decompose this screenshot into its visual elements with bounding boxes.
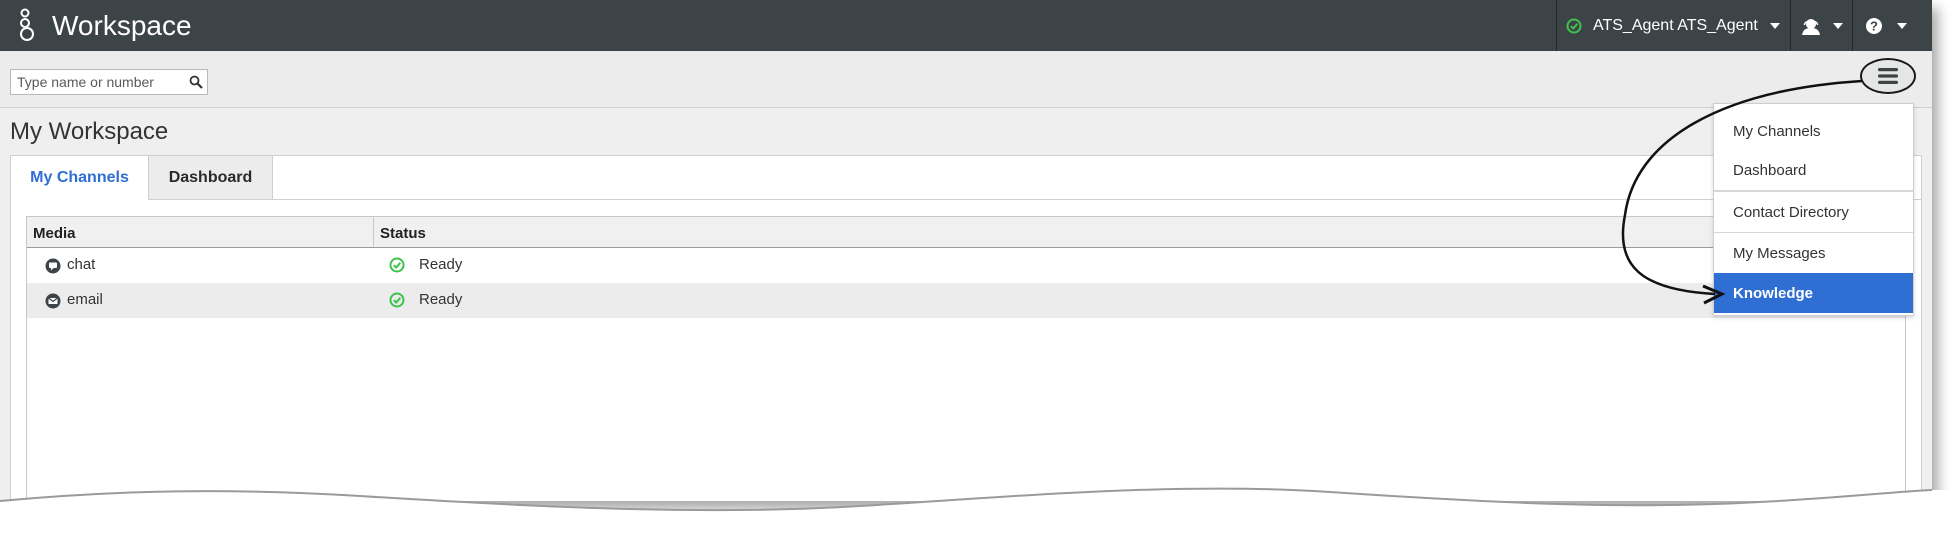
media-label: chat	[67, 256, 96, 273]
check-circle-icon	[389, 292, 405, 308]
menu-item-my-channels[interactable]: My Channels	[1714, 111, 1913, 151]
column-divider	[373, 217, 374, 247]
table-row[interactable]: chat Ready	[27, 248, 1905, 283]
search-box	[10, 69, 208, 95]
workspace-panel: My Channels Dashboard Media Status chat	[10, 155, 1922, 501]
status-label: Ready	[419, 291, 463, 308]
status-label: Ready	[419, 256, 463, 273]
toolbar	[0, 51, 1932, 108]
email-icon	[45, 293, 61, 309]
chevron-down-icon	[1896, 22, 1907, 29]
svg-text:?: ?	[1870, 18, 1878, 33]
chevron-down-icon	[1769, 22, 1780, 29]
app-title: Workspace	[52, 10, 192, 41]
table-header: Media Status	[27, 217, 1905, 248]
column-header-status[interactable]: Status	[380, 225, 426, 242]
check-circle-icon	[1566, 18, 1582, 33]
table-row[interactable]: email Ready	[27, 283, 1905, 318]
workspace-window: Workspace ATS_Agent ATS_Agent ? Type nam…	[0, 0, 1932, 501]
agent-menu-button[interactable]	[1791, 0, 1852, 51]
torn-edge-decoration	[0, 487, 1954, 549]
genesys-logo-icon	[20, 8, 34, 41]
tab-bar: My Channels Dashboard	[11, 156, 273, 200]
hamburger-menu-icon	[1878, 68, 1898, 84]
media-label: email	[67, 291, 103, 308]
workspace-menu-dropdown: My Channels Dashboard Contact Directory …	[1713, 103, 1914, 316]
channels-table: Media Status chat Ready email Ready	[26, 216, 1906, 501]
chat-icon	[45, 258, 61, 274]
agent-name: ATS_Agent ATS_Agent	[1593, 16, 1758, 34]
chevron-down-icon	[1832, 22, 1843, 29]
menu-item-dashboard[interactable]: Dashboard	[1714, 150, 1913, 190]
column-header-media[interactable]: Media	[33, 225, 76, 242]
menu-item-knowledge[interactable]: Knowledge	[1714, 273, 1913, 313]
search-icon[interactable]	[189, 75, 203, 89]
agent-headset-icon	[1801, 18, 1820, 35]
tab-dashboard[interactable]: Dashboard	[149, 156, 273, 200]
check-circle-icon	[389, 257, 405, 273]
search-input[interactable]	[15, 72, 184, 92]
help-menu-button[interactable]: ?	[1853, 0, 1918, 51]
menu-item-my-messages[interactable]: My Messages	[1714, 233, 1913, 273]
top-header-bar: Workspace ATS_Agent ATS_Agent ?	[0, 0, 1932, 51]
menu-item-contact-directory[interactable]: Contact Directory	[1714, 192, 1913, 232]
agent-status-dropdown[interactable]: ATS_Agent ATS_Agent	[1557, 0, 1790, 51]
help-icon: ?	[1865, 17, 1882, 34]
hamburger-menu-button[interactable]	[1860, 58, 1916, 94]
tab-my-channels[interactable]: My Channels	[11, 156, 149, 200]
tab-divider	[149, 199, 1921, 200]
page-title: My Workspace	[10, 118, 169, 145]
